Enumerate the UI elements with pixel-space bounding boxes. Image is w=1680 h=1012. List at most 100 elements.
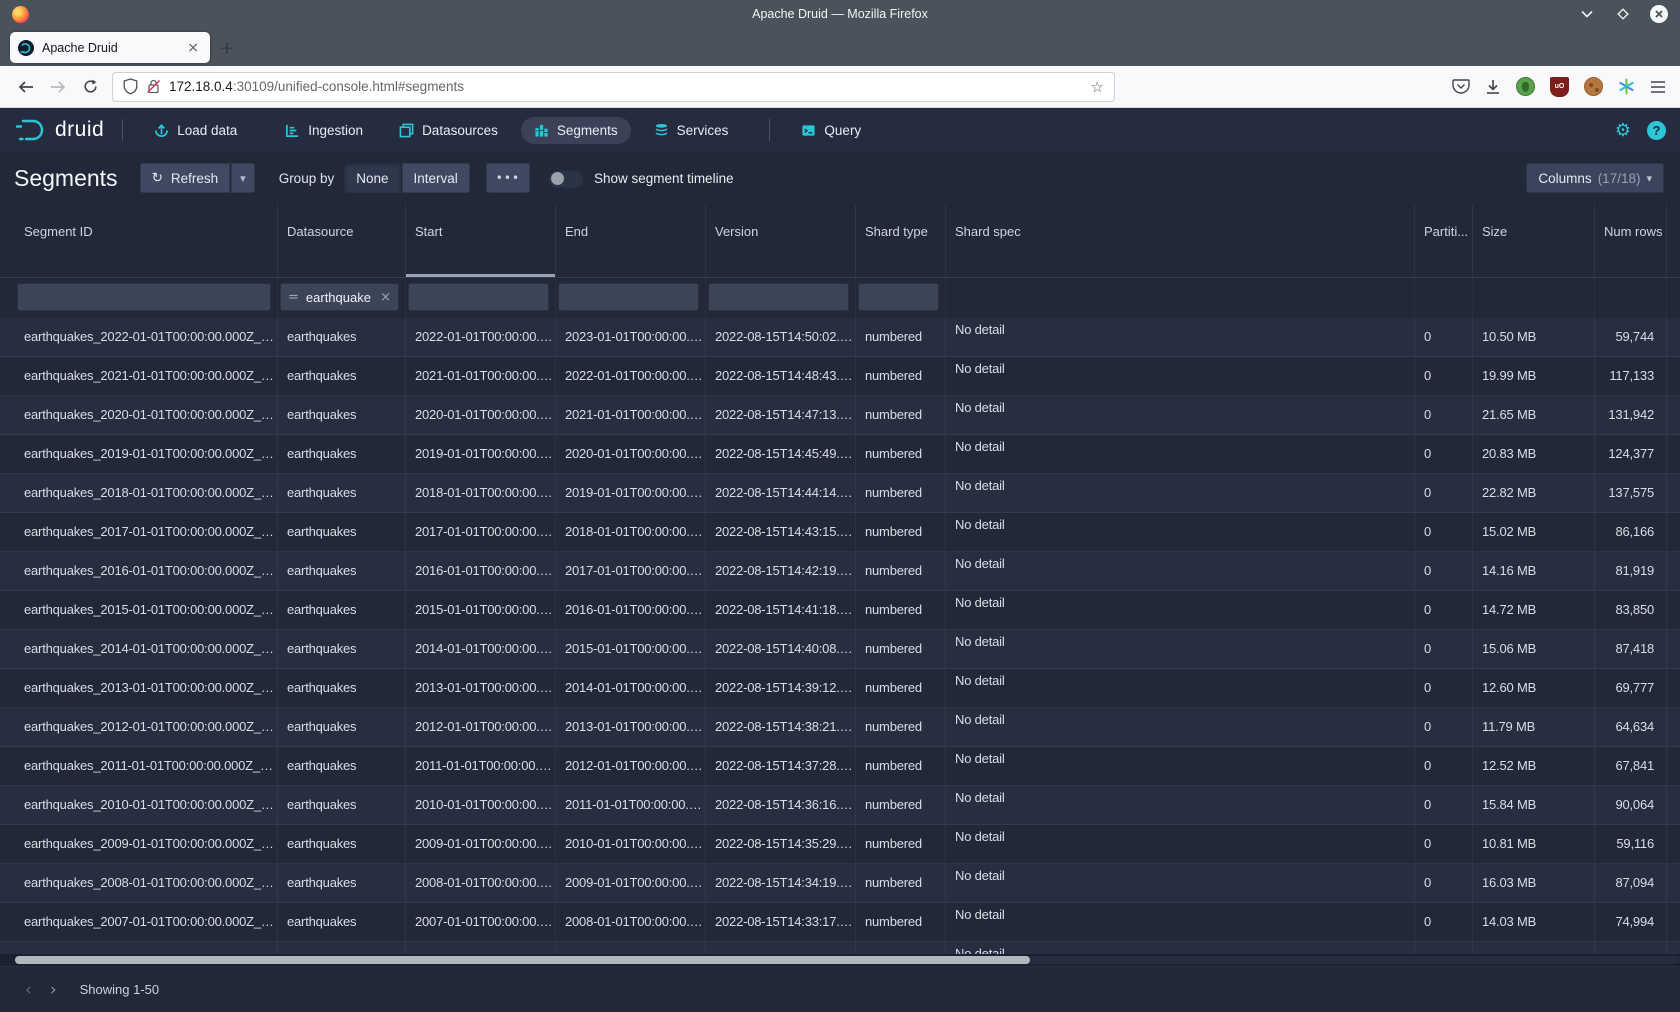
- cell-version: 2022-08-15T14:48:43.0...: [706, 357, 856, 395]
- cell-shard_spec: No detail: [946, 630, 1415, 668]
- cell-version: 2022-08-15T14:50:02.6...: [706, 318, 856, 356]
- cell-end: 2013-01-01T00:00:00.0...: [556, 708, 706, 746]
- tab-close-icon[interactable]: ×: [184, 40, 202, 56]
- segments-view-header: Segments ↻ Refresh ▾ Group by None Inter…: [0, 152, 1680, 204]
- cell-datasource: earthquakes: [278, 318, 406, 356]
- datasource-filter-input[interactable]: =earthquake×: [280, 283, 399, 311]
- table-row: earthquakes_2012-01-01T00:00:00.000Z_2..…: [0, 708, 1680, 747]
- window-close-icon[interactable]: [1650, 5, 1668, 23]
- ublock-origin-icon[interactable]: uO: [1550, 77, 1569, 97]
- window-maximize-icon[interactable]: [1614, 5, 1632, 23]
- nav-item-datasources[interactable]: Datasources: [386, 117, 511, 144]
- cell-shard_spec: No detail: [946, 903, 1415, 941]
- cell-partitions: 0: [1415, 630, 1473, 668]
- previous-page-icon[interactable]: ‹: [16, 980, 41, 1000]
- column-header-segment_id[interactable]: Segment ID: [15, 204, 278, 277]
- cell-filler: [1667, 552, 1680, 590]
- columns-button[interactable]: Columns (17/18) ▾: [1526, 163, 1664, 193]
- cell-segment_id: earthquakes_2014-01-01T00:00:00.000Z_2..…: [15, 630, 278, 668]
- forward-icon[interactable]: [42, 72, 74, 102]
- table-row: earthquakes_2017-01-01T00:00:00.000Z_2..…: [0, 513, 1680, 552]
- cell-datasource: earthquakes: [278, 669, 406, 707]
- table-row: earthquakes_2018-01-01T00:00:00.000Z_2..…: [0, 474, 1680, 513]
- group-by-none-button[interactable]: None: [344, 163, 400, 193]
- column-header-shard_type[interactable]: Shard type: [856, 204, 946, 277]
- privacy-badger-icon[interactable]: [1516, 77, 1535, 96]
- nav-item-segments[interactable]: Segments: [521, 117, 631, 144]
- nav-item-ingestion[interactable]: Ingestion: [272, 117, 376, 144]
- tab-bar: Apache Druid × +: [0, 28, 1680, 66]
- cell-datasource: earthquakes: [278, 357, 406, 395]
- pocket-icon[interactable]: [1452, 78, 1470, 95]
- shield-icon[interactable]: [123, 78, 138, 95]
- column-header-num_rows[interactable]: Num rows: [1595, 204, 1667, 277]
- table-filter-row: =earthquake×: [0, 278, 1680, 318]
- start-filter-input[interactable]: [408, 283, 549, 311]
- cell-shard_type: numbered: [856, 435, 946, 473]
- filter-cell-version: [706, 278, 856, 318]
- chevron-down-icon: ▾: [1646, 172, 1652, 185]
- cell-end: 2018-01-01T00:00:00.0...: [556, 513, 706, 551]
- cell-shard_spec: No detail: [946, 786, 1415, 824]
- settings-gear-icon[interactable]: ⚙: [1615, 120, 1631, 141]
- help-icon[interactable]: ?: [1647, 121, 1666, 140]
- new-tab-button[interactable]: +: [212, 32, 242, 63]
- column-header-size[interactable]: Size: [1473, 204, 1595, 277]
- cell-datasource: earthquakes: [278, 396, 406, 434]
- cell-partitions: 0: [1415, 357, 1473, 395]
- window-minimize-icon[interactable]: [1578, 5, 1596, 23]
- cell-datasource: earthquakes: [278, 747, 406, 785]
- segment-timeline-toggle[interactable]: [548, 169, 584, 188]
- shard_type-filter-input[interactable]: [858, 283, 939, 311]
- cell-shard_type: numbered: [856, 474, 946, 512]
- column-header-version[interactable]: Version: [706, 204, 856, 277]
- nav-item-services[interactable]: Services: [641, 117, 742, 144]
- url-text[interactable]: 172.18.0.4:30109/unified-console.html#se…: [169, 79, 1083, 94]
- more-options-button[interactable]: •••: [486, 163, 530, 193]
- tab-apache-druid[interactable]: Apache Druid ×: [10, 32, 210, 63]
- refresh-button[interactable]: ↻ Refresh: [140, 163, 231, 193]
- cell-version: 2022-08-15T14:43:15.6...: [706, 513, 856, 551]
- next-page-icon[interactable]: ›: [41, 980, 66, 1000]
- filter-cell-end: [556, 278, 706, 318]
- cell-segment_id: earthquakes_2006-01-01T00:00:00.000Z_2..…: [15, 942, 278, 954]
- columns-label: Columns: [1538, 171, 1591, 186]
- cookie-extension-icon[interactable]: [1584, 77, 1603, 96]
- cell-start: 2021-01-01T00:00:00.0...: [406, 357, 556, 395]
- group-by-interval-button[interactable]: Interval: [402, 163, 470, 193]
- cell-segment_id: earthquakes_2015-01-01T00:00:00.000Z_2..…: [15, 591, 278, 629]
- hamburger-menu-icon[interactable]: [1650, 81, 1666, 93]
- table-body: earthquakes_2022-01-01T00:00:00.000Z_2..…: [0, 318, 1680, 954]
- cell-filler: [1667, 630, 1680, 668]
- refresh-options-button[interactable]: ▾: [231, 163, 255, 193]
- column-header-partitions[interactable]: Partiti...: [1415, 204, 1473, 277]
- bookmark-star-icon[interactable]: ☆: [1091, 78, 1104, 96]
- cell-version: 2022-08-15T14:37:28.7...: [706, 747, 856, 785]
- reload-icon[interactable]: [74, 72, 106, 102]
- column-header-start[interactable]: Start: [406, 204, 556, 277]
- column-header-datasource[interactable]: Datasource: [278, 204, 406, 277]
- nav-item-load-data[interactable]: Load data: [141, 117, 250, 144]
- remove-filter-icon[interactable]: ×: [380, 290, 391, 305]
- cell-partitions: 0: [1415, 396, 1473, 434]
- back-icon[interactable]: [10, 72, 42, 102]
- scrollbar-thumb[interactable]: [15, 956, 1030, 964]
- version-filter-input[interactable]: [708, 283, 849, 311]
- downloads-icon[interactable]: [1485, 79, 1501, 95]
- insecure-lock-icon[interactable]: [146, 78, 161, 95]
- column-header-shard_spec[interactable]: Shard spec: [946, 204, 1415, 277]
- table-row: earthquakes_2008-01-01T00:00:00.000Z_2..…: [0, 864, 1680, 903]
- cell-num_rows: 69,777: [1595, 669, 1667, 707]
- multicolor-asterisk-extension-icon[interactable]: [1618, 78, 1635, 95]
- end-filter-input[interactable]: [558, 283, 699, 311]
- nav-item-query[interactable]: Query: [788, 117, 874, 144]
- cell-shard_spec: No detail: [946, 318, 1415, 356]
- table-row: earthquakes_2019-01-01T00:00:00.000Z_2..…: [0, 435, 1680, 474]
- horizontal-scrollbar[interactable]: [0, 954, 1680, 966]
- column-header-end[interactable]: End: [556, 204, 706, 277]
- druid-logo[interactable]: druid: [14, 117, 104, 143]
- segment_id-filter-input[interactable]: [17, 283, 271, 311]
- browser-toolbar: 172.18.0.4:30109/unified-console.html#se…: [0, 66, 1680, 108]
- url-bar[interactable]: 172.18.0.4:30109/unified-console.html#se…: [112, 72, 1115, 102]
- columns-count: (17/18): [1598, 171, 1641, 186]
